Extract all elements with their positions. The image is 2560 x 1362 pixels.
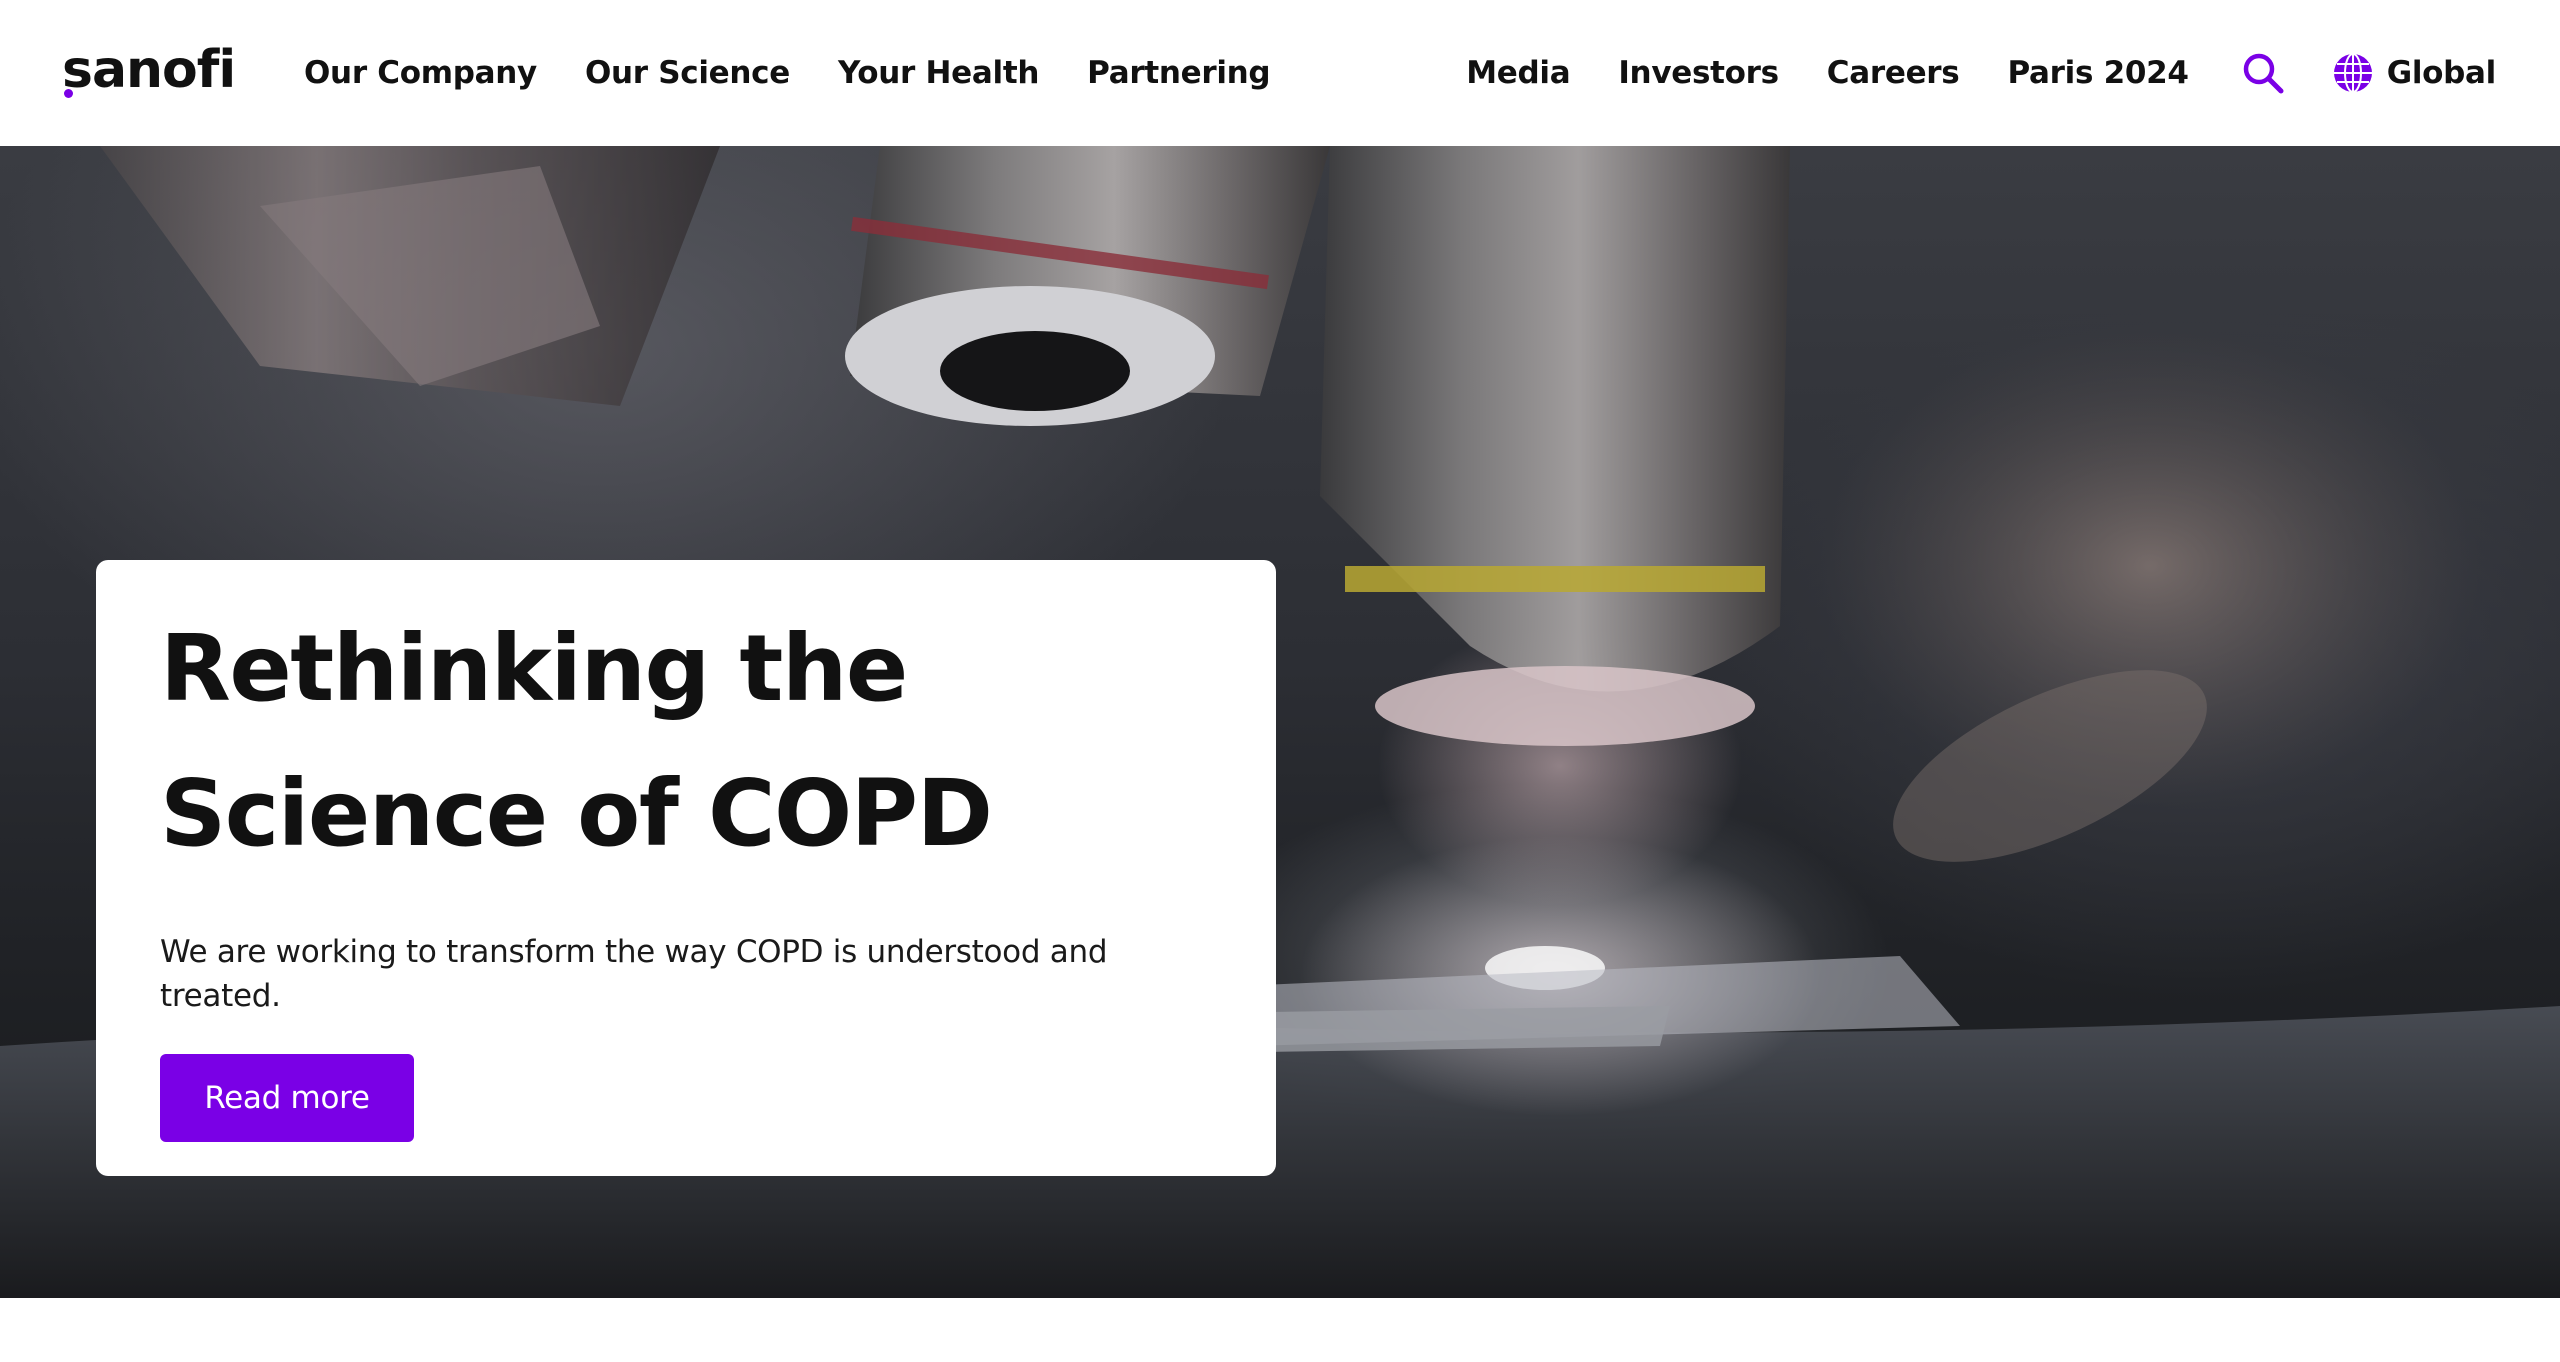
hero-card: Rethinking the Science of COPD We are wo…	[96, 560, 1276, 1176]
nav-our-company[interactable]: Our Company	[304, 55, 537, 91]
nav-careers[interactable]: Careers	[1827, 55, 1960, 91]
primary-nav: Our Company Our Science Your Health Part…	[304, 0, 1271, 146]
secondary-nav: Media Investors Careers Paris 2024 Globa…	[1466, 0, 2496, 146]
search-button[interactable]	[2241, 51, 2285, 95]
language-selector[interactable]: Global	[2333, 53, 2496, 93]
nav-our-science[interactable]: Our Science	[585, 55, 790, 91]
nav-your-health[interactable]: Your Health	[838, 55, 1039, 91]
language-label: Global	[2386, 55, 2497, 91]
hero-description: We are working to transform the way COPD…	[160, 934, 1108, 1014]
nav-investors[interactable]: Investors	[1618, 55, 1779, 91]
sanofi-logo[interactable]: sanofi	[62, 40, 236, 100]
site-header: sanofi Our Company Our Science Your Heal…	[0, 0, 2560, 146]
nav-media[interactable]: Media	[1466, 55, 1570, 91]
nav-paris-2024[interactable]: Paris 2024	[2007, 55, 2189, 91]
logo-dot	[64, 89, 73, 98]
nav-partnering[interactable]: Partnering	[1087, 55, 1270, 91]
read-more-button[interactable]: Read more	[160, 1054, 414, 1142]
hero-banner: Rethinking the Science of COPD We are wo…	[0, 146, 2560, 1298]
globe-icon	[2333, 53, 2372, 93]
search-icon	[2243, 53, 2284, 94]
logo-text: sanofi	[62, 40, 236, 100]
hero-title: Rethinking the Science of COPD	[160, 615, 993, 867]
